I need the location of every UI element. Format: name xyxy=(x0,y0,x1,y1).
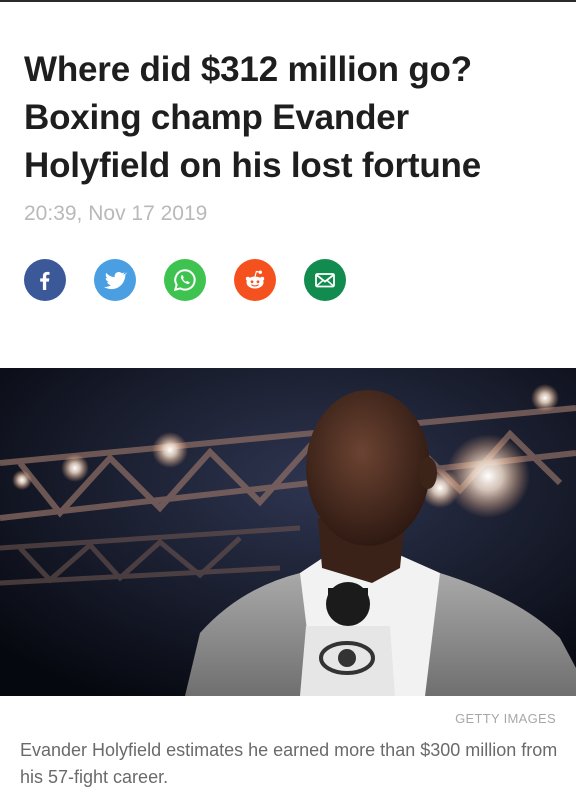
email-icon xyxy=(313,268,337,292)
image-caption: Evander Holyfield estimates he earned mo… xyxy=(20,740,558,787)
image-credit: GETTY IMAGES xyxy=(455,711,556,726)
top-divider xyxy=(0,0,576,2)
reddit-share-button[interactable] xyxy=(234,259,276,301)
share-bar xyxy=(24,259,346,301)
article-hero-image xyxy=(0,368,576,696)
facebook-icon xyxy=(34,269,56,291)
email-share-button[interactable] xyxy=(304,259,346,301)
reddit-icon xyxy=(241,266,269,294)
twitter-share-button[interactable] xyxy=(94,259,136,301)
facebook-share-button[interactable] xyxy=(24,259,66,301)
twitter-icon xyxy=(103,268,127,292)
article-timestamp: 20:39, Nov 17 2019 xyxy=(24,202,208,225)
article-headline: Where did $312 million go? Boxing champ … xyxy=(24,50,481,185)
whatsapp-share-button[interactable] xyxy=(164,259,206,301)
whatsapp-icon xyxy=(172,267,198,293)
